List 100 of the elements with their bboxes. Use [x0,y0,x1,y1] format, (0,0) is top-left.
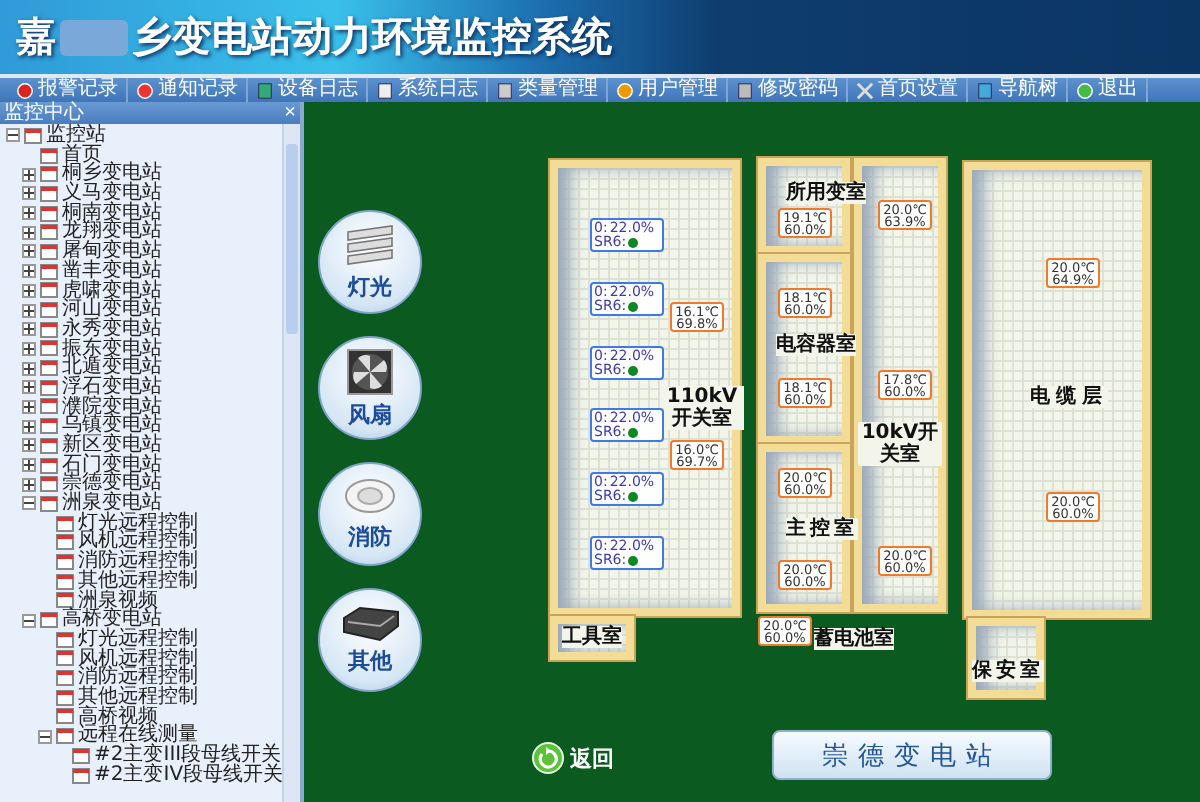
title-text: 乡变电站动力环境监控系统 [132,10,612,64]
page-icon [40,418,58,435]
collapse-icon[interactable] [22,613,36,628]
page-icon [40,321,58,338]
tree-item[interactable]: 高桥变电站 [0,610,282,630]
page-icon [40,398,58,415]
page-icon [56,670,74,687]
room-label: 110kV开关室 [660,386,744,430]
expand-icon[interactable] [22,206,36,221]
tree-item[interactable]: 其他远程控制 [0,571,282,591]
room-label: 工具室 [562,626,622,648]
room-label: 10kV开关室 [858,422,942,466]
tree-item[interactable]: 河山变电站 [0,300,282,320]
document-icon [976,81,994,99]
tree-item[interactable]: 洲泉视频 [0,591,282,611]
collapse-icon[interactable] [38,729,52,744]
collapse-icon[interactable] [6,128,20,143]
smoke-detector-icon [344,477,396,517]
page-icon [56,689,74,706]
page-icon [40,379,58,396]
collapse-icon[interactable] [22,496,36,511]
page-icon [56,534,74,551]
tree-item[interactable]: 义马变电站 [0,184,282,204]
page-icon [40,282,58,299]
tree-item[interactable]: #2主变IV段母线开关 [0,765,282,785]
expand-icon[interactable] [22,264,36,279]
document-icon [376,81,394,99]
dot-icon [136,81,154,99]
room-label: 蓄电池室 [814,628,894,650]
tree-item[interactable]: 远程在线测量 [0,726,282,746]
expand-icon[interactable] [22,458,36,473]
expand-icon[interactable] [22,186,36,201]
page-icon [56,515,74,532]
tree-item[interactable]: 永秀变电站 [0,319,282,340]
tree-item[interactable]: 其他远程控制 [0,687,282,708]
dot-icon [616,81,634,99]
category-button[interactable]: 灯光 [318,210,422,314]
scrollbar[interactable] [282,124,300,802]
tree-item[interactable]: 虎啸变电站 [0,281,282,301]
page-icon [40,612,58,629]
page-icon [40,205,58,222]
page-icon [40,147,58,164]
category-button[interactable]: 其他 [318,588,422,692]
expand-icon[interactable] [22,399,36,414]
page-icon [40,340,58,357]
tree-item[interactable]: 风机远程控制 [0,649,282,669]
tree-item[interactable]: 新区变电站 [0,436,282,456]
dot-icon [1076,81,1094,99]
page-icon [24,127,42,144]
room-label: 保安室 [972,660,1044,682]
expand-icon[interactable] [22,477,36,492]
room-label: 主控室 [786,518,858,540]
page-icon [56,728,74,745]
expand-icon[interactable] [22,361,36,376]
page-icon [40,476,58,493]
page-icon [40,224,58,241]
tree-item[interactable]: 洲泉变电站 [0,494,282,514]
tree-item[interactable]: 屠甸变电站 [0,242,282,262]
page-icon [40,263,58,280]
tree-item[interactable]: 凿丰变电站 [0,261,282,281]
page-icon [40,360,58,377]
station-button[interactable]: 崇德变电站 [772,730,1052,780]
light-fixture-icon [344,223,396,267]
tree-item[interactable]: 灯光远程控制 [0,513,282,533]
tree-item[interactable]: #2主变III段母线开关 [0,746,282,766]
panel-title: 监控中心 [4,102,84,124]
expand-icon[interactable] [22,438,36,453]
expand-icon[interactable] [22,167,36,182]
expand-icon[interactable] [22,244,36,259]
back-button[interactable]: 返回 [532,742,614,774]
tree-item[interactable]: 灯光远程控制 [0,629,282,650]
expand-icon[interactable] [22,303,36,318]
tools-icon [856,81,874,99]
expand-icon[interactable] [22,322,36,337]
page-icon [40,437,58,454]
tree-item[interactable]: 浮石变电站 [0,377,282,398]
tree-item[interactable]: 振东变电站 [0,339,282,359]
expand-icon[interactable] [22,225,36,240]
tree-item[interactable]: 监控站 [0,126,282,146]
expand-icon[interactable] [22,419,36,434]
room-label: 所用变室 [786,182,866,204]
tree-item[interactable]: 濮院变电站 [0,397,282,417]
tree-item[interactable]: 消防远程控制 [0,552,282,572]
page-icon [56,631,74,648]
category-button[interactable]: 消防 [318,462,422,566]
tree-item[interactable]: 乌镇变电站 [0,416,282,436]
document-icon [736,81,754,99]
page-icon [56,650,74,667]
tree-item[interactable]: 北遁变电站 [0,358,282,378]
expand-icon[interactable] [22,341,36,356]
page-icon [56,573,74,590]
tree-item[interactable]: 桐南变电站 [0,203,282,223]
room-label: 电缆层 [1030,386,1108,408]
tree-item[interactable]: 消防远程控制 [0,668,282,688]
expand-icon[interactable] [22,380,36,395]
page-icon [40,243,58,260]
tree-item[interactable]: 石门变电站 [0,455,282,475]
page-icon [40,457,58,474]
category-button[interactable]: 风扇 [318,336,422,440]
expand-icon[interactable] [22,283,36,298]
